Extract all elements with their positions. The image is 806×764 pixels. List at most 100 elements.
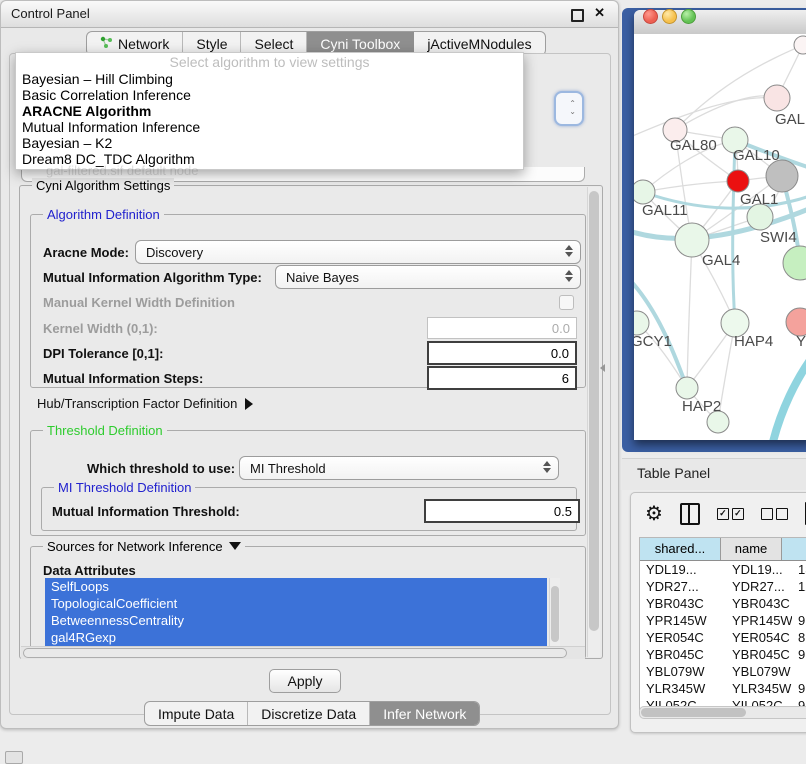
algorithm-item-basic-correlation-inference[interactable]: Basic Correlation Inference: [16, 87, 523, 103]
which-threshold-combo[interactable]: MI Threshold: [239, 456, 559, 480]
hub-definition-expander[interactable]: Hub/Transcription Factor Definition: [37, 396, 253, 411]
tab-label: Impute Data: [158, 706, 234, 722]
attribute-item-gal4rgexp[interactable]: gal4RGexp: [45, 629, 547, 646]
tab-label: Network: [118, 36, 169, 52]
table-cell: YBL079W: [640, 663, 726, 680]
tab-impute-data[interactable]: Impute Data: [145, 702, 248, 725]
table-cell: YPR145W: [640, 612, 726, 629]
network-window[interactable]: GALGAL80GAL10GAL1GAL11SWI4GAL4GCY1HAP4YH…: [634, 10, 806, 440]
control-panel-titlebar[interactable]: Control Panel ✕: [1, 1, 618, 28]
network-node[interactable]: [783, 246, 806, 280]
mi-steps-label: Mutual Information Steps:: [43, 371, 203, 386]
column-header-name[interactable]: name: [721, 538, 782, 560]
table-cell: YER054C: [640, 629, 726, 646]
combo-arrows-icon: [565, 270, 573, 282]
table-body: YDL19...YDL19...13YDR27...YDR27...12YBR0…: [640, 561, 806, 709]
apply-button[interactable]: Apply: [269, 669, 341, 693]
tab-label: Cyni Toolbox: [320, 36, 400, 52]
control-panel-window: Control Panel ✕ NetworkStyleSelectCyni T…: [0, 0, 619, 729]
mac-close-button[interactable]: [643, 9, 658, 24]
table-row[interactable]: YBR045CYBR045C9.: [640, 646, 806, 663]
panel-splitter-arrow[interactable]: [600, 364, 605, 372]
settings-vertical-scrollbar[interactable]: [587, 187, 600, 657]
control-panel-title: Control Panel: [11, 6, 90, 21]
node-label-gal80: GAL80: [670, 137, 717, 154]
kernel-width-field: 0.0: [427, 317, 577, 339]
gear-icon[interactable]: ⚙: [645, 504, 663, 524]
float-icon[interactable]: [571, 9, 584, 22]
network-edge: [634, 98, 777, 138]
sources-title-text: Sources for Network Inference: [47, 539, 223, 554]
network-node-gal1[interactable]: [727, 170, 749, 192]
mi-steps-field[interactable]: 6: [427, 366, 577, 390]
tab-discretize-data[interactable]: Discretize Data: [248, 702, 370, 725]
node-label-hap4: HAP4: [734, 333, 773, 350]
table-row[interactable]: YBL079WYBL079W: [640, 663, 806, 680]
network-node[interactable]: [766, 160, 798, 192]
settings-horizontal-scrollbar[interactable]: [21, 646, 585, 659]
minimized-panel-icon[interactable]: [5, 751, 23, 764]
close-icon[interactable]: ✕: [594, 5, 605, 21]
node-label-gal1: GAL1: [740, 191, 778, 208]
mac-minimize-button[interactable]: [662, 9, 677, 24]
tab-label: Style: [196, 36, 227, 52]
algorithm-dropdown-list: Bayesian – Hill ClimbingBasic Correlatio…: [16, 71, 523, 167]
aracne-mode-combo[interactable]: Discovery: [135, 240, 581, 264]
network-window-titlebar[interactable]: [634, 10, 806, 35]
algorithm-item-bayesian-hill-climbing[interactable]: Bayesian – Hill Climbing: [16, 71, 523, 87]
mi-threshold-value: 0.5: [554, 504, 572, 519]
control-panel-bottom-tabs: Impute Data Discretize DataInfer Network: [144, 701, 480, 726]
table-cell: 8.: [792, 629, 806, 646]
mac-zoom-button[interactable]: [681, 9, 696, 24]
table-row[interactable]: YER054CYER054C8.: [640, 629, 806, 646]
table-row[interactable]: YLR345WYLR345W9.: [640, 680, 806, 697]
manual-kernel-checkbox[interactable]: [559, 295, 574, 310]
table-row[interactable]: YDR27...YDR27...12: [640, 578, 806, 595]
table-row[interactable]: YBR043CYBR043C: [640, 595, 806, 612]
manual-kernel-label: Manual Kernel Width Definition: [43, 295, 235, 310]
network-node[interactable]: [794, 36, 806, 54]
column-header-shared[interactable]: shared...: [640, 538, 721, 560]
network-node-gal11[interactable]: [634, 180, 655, 204]
table-row[interactable]: YDL19...YDL19...13: [640, 561, 806, 578]
mi-threshold-definition-title: MI Threshold Definition: [54, 480, 195, 495]
algorithm-item-mutual-information-inference[interactable]: Mutual Information Inference: [16, 119, 523, 135]
table-cell: 9.: [792, 680, 806, 697]
hub-definition-label: Hub/Transcription Factor Definition: [37, 396, 237, 411]
table-cell: YBR043C: [640, 595, 726, 612]
aracne-mode-label: Aracne Mode:: [43, 245, 129, 260]
split-columns-icon[interactable]: [680, 503, 700, 525]
data-attributes-list[interactable]: SelfLoopsTopologicalCoefficientBetweenne…: [45, 578, 547, 651]
network-node-gal[interactable]: [764, 85, 790, 111]
table-cell: YDL19...: [726, 561, 792, 578]
table-horizontal-scrollbar[interactable]: [639, 706, 806, 719]
table-cell: 9.: [792, 612, 806, 629]
deselect-all-checks-icon[interactable]: [761, 508, 788, 520]
network-node-gcy1[interactable]: [634, 311, 649, 335]
algorithm-item-bayesian-k2[interactable]: Bayesian – K2: [16, 135, 523, 151]
network-canvas[interactable]: GALGAL80GAL10GAL1GAL11SWI4GAL4GCY1HAP4YH…: [634, 34, 806, 440]
occluded-network-selector-text: gal-filtered.sif default node: [46, 163, 198, 178]
network-edge: [772, 352, 806, 440]
network-edge: [687, 240, 692, 388]
table-row[interactable]: YPR145WYPR145W9.: [640, 612, 806, 629]
collapsed-arrow-icon: [245, 398, 253, 410]
node-label-gal4: GAL4: [702, 252, 740, 269]
expanded-arrow-icon[interactable]: [229, 542, 241, 550]
mi-algorithm-type-combo[interactable]: Naive Bayes: [275, 265, 581, 289]
attributes-scrollbar[interactable]: [549, 578, 560, 651]
tab-infer-network[interactable]: Infer Network: [370, 702, 479, 725]
network-node-hap2[interactable]: [676, 377, 698, 399]
mi-threshold-field[interactable]: 0.5: [424, 499, 580, 523]
column-header-extra[interactable]: [782, 538, 806, 560]
attribute-item-topologicalcoefficient[interactable]: TopologicalCoefficient: [45, 595, 547, 612]
dpi-tolerance-field[interactable]: 0.0: [427, 341, 577, 365]
kernel-width-label: Kernel Width (0,1):: [43, 321, 158, 336]
network-node-y[interactable]: [786, 308, 806, 336]
attribute-item-selfloops[interactable]: SelfLoops: [45, 578, 547, 595]
algorithm-item-aracne-algorithm[interactable]: ARACNE Algorithm: [16, 103, 523, 119]
table-panel-title: Table Panel: [637, 465, 710, 481]
node-label-gal: GAL: [775, 111, 805, 128]
attribute-item-betweennesscentrality[interactable]: BetweennessCentrality: [45, 612, 547, 629]
select-all-checks-icon[interactable]: ✓✓: [717, 508, 744, 520]
